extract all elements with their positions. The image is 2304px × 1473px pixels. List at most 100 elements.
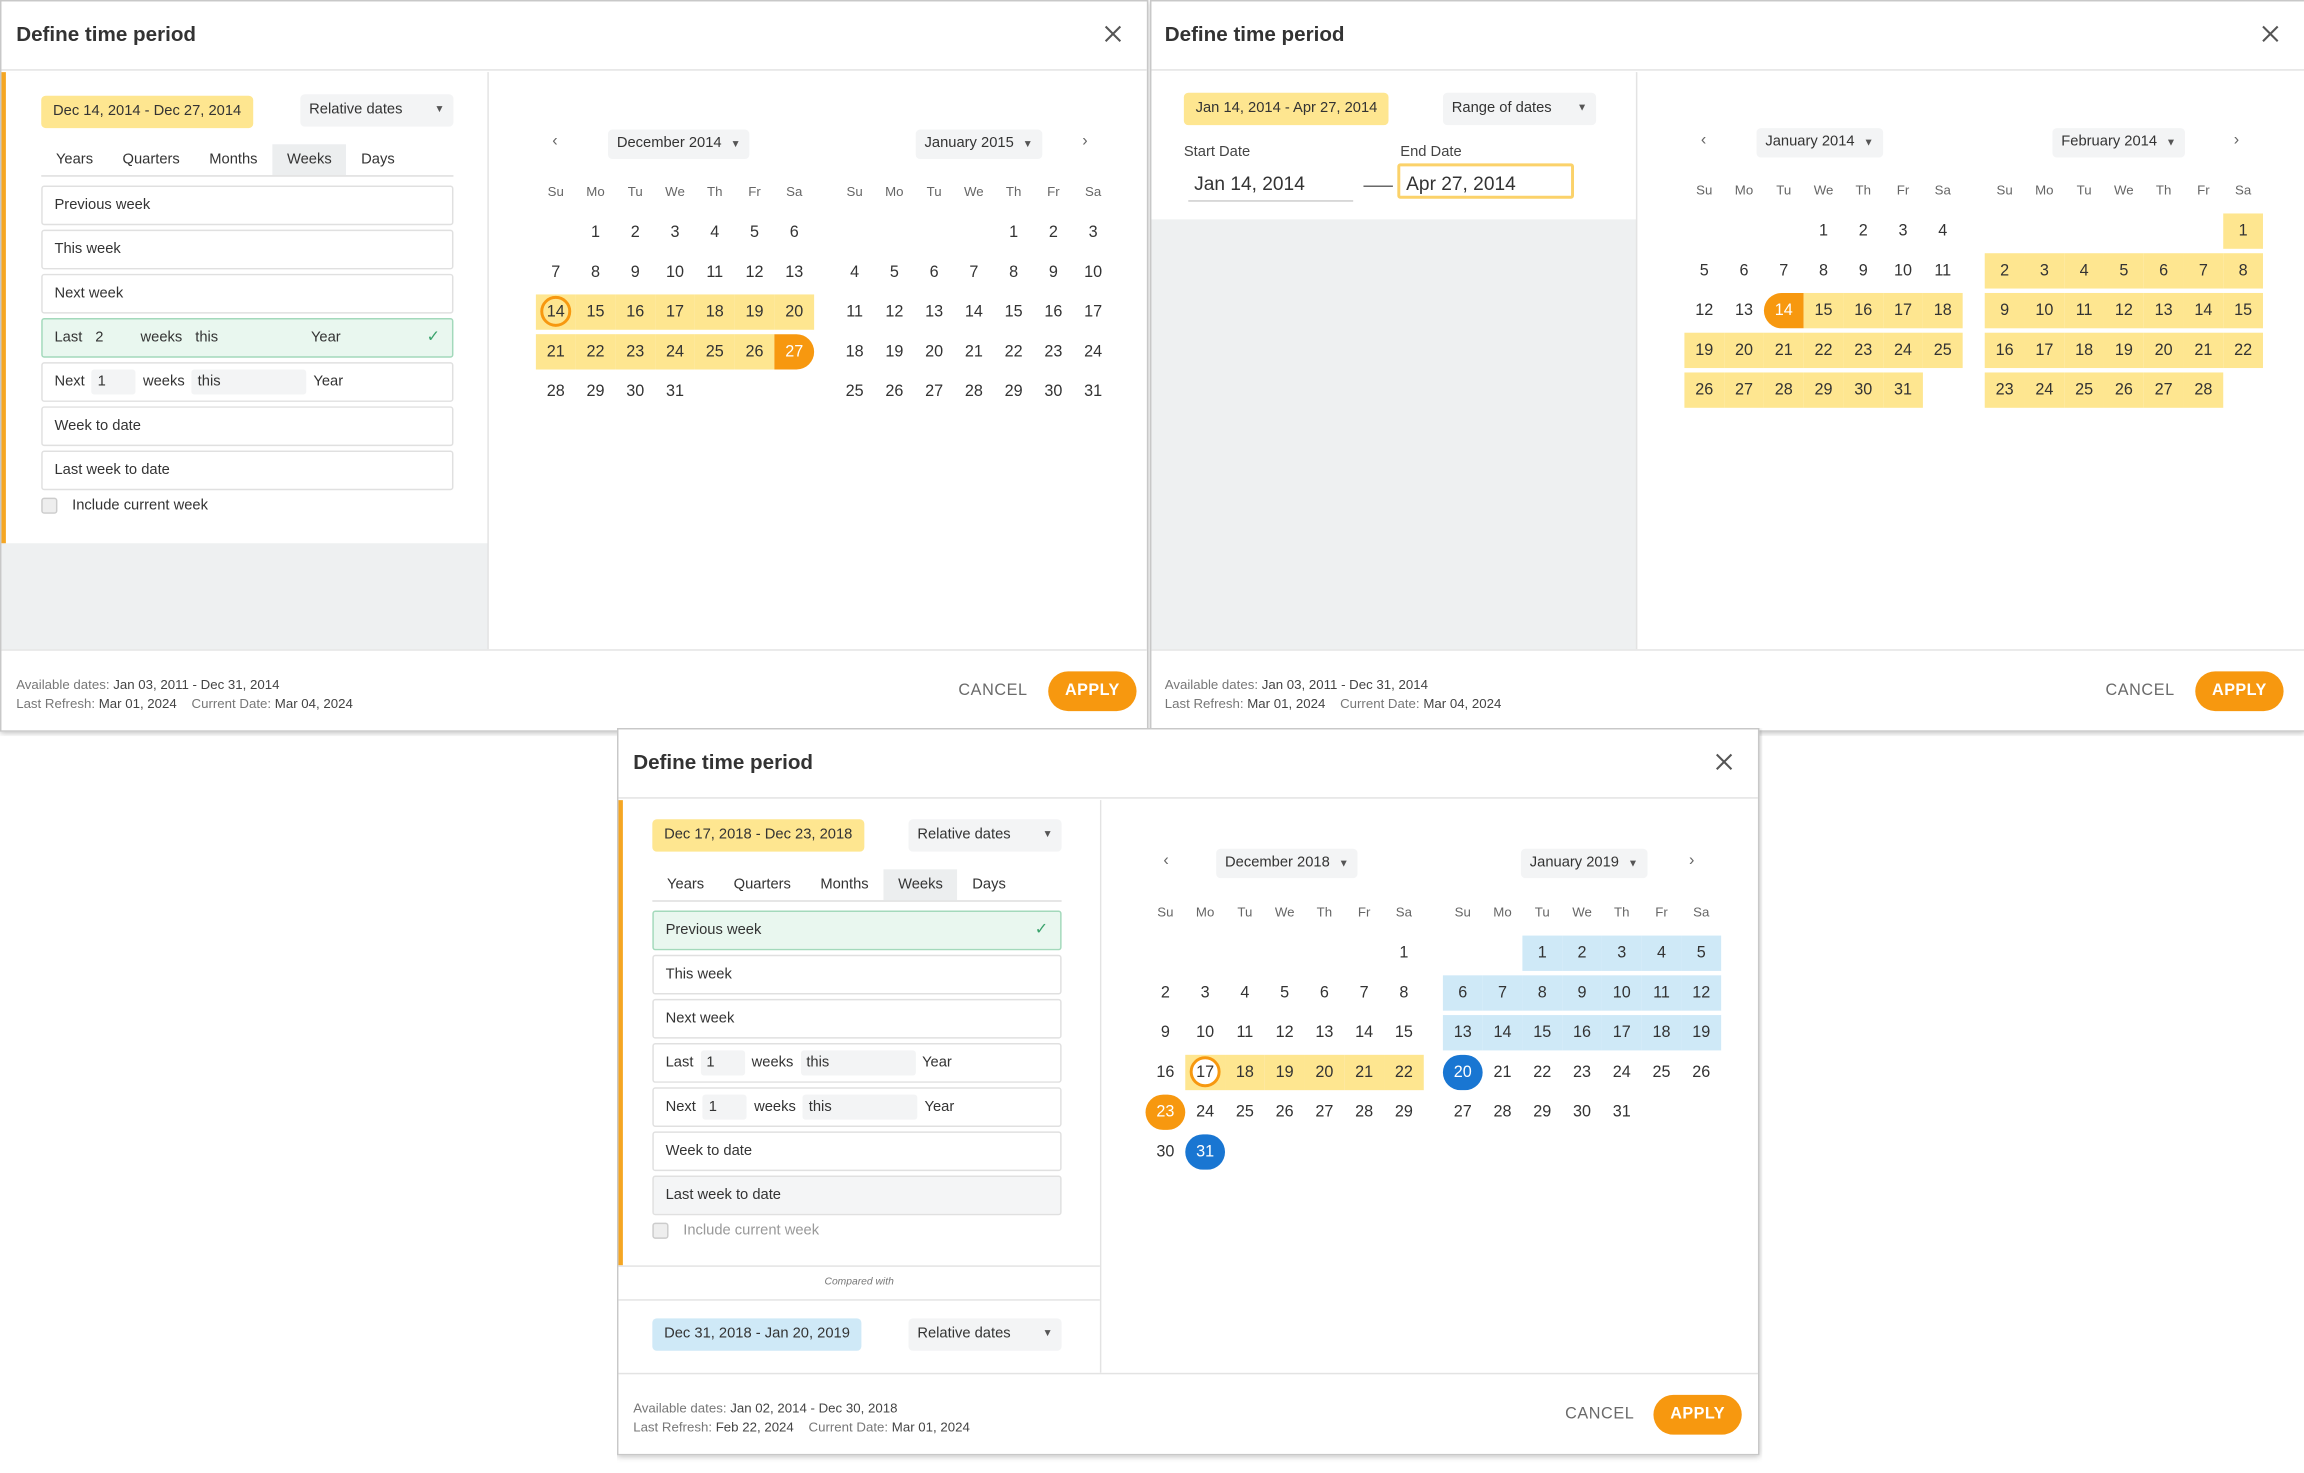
calendar-day[interactable]: 14	[1344, 1015, 1384, 1050]
mode-select[interactable]: Relative dates ▼	[300, 94, 454, 127]
calendar-day[interactable]: 21	[2183, 332, 2224, 369]
calendar-day[interactable]: 2	[1146, 975, 1186, 1010]
calendar-day[interactable]: 20	[1304, 1054, 1345, 1091]
calendar-day[interactable]: 5	[2103, 253, 2144, 289]
include-current-week[interactable]: Include current week	[41, 497, 208, 514]
calendar-day[interactable]: 30	[615, 374, 655, 409]
tab-months[interactable]: Months	[806, 869, 884, 900]
calendar-day[interactable]: 4	[695, 215, 735, 250]
calendar-day[interactable]: 26	[874, 374, 914, 409]
calendar-day[interactable]: 10	[2024, 292, 2065, 329]
calendar-day[interactable]: 30	[1033, 374, 1073, 409]
calendar-day[interactable]: 23	[1033, 334, 1073, 369]
calendar-day[interactable]: 15	[1803, 292, 1844, 329]
calendar-day[interactable]: 28	[1763, 372, 1804, 408]
calendar-day[interactable]: 1	[2223, 213, 2263, 249]
month-select-left[interactable]: December 2014 ▼	[608, 129, 750, 159]
calendar-day[interactable]: 13	[1305, 1015, 1345, 1050]
calendar-day[interactable]: 18	[1641, 1015, 1682, 1051]
calendar-day[interactable]: 19	[734, 294, 775, 330]
calendar-day[interactable]: 6	[1724, 253, 1764, 288]
calendar-day[interactable]: 12	[1265, 1015, 1305, 1050]
calendar-day[interactable]: 12	[2103, 292, 2144, 329]
calendar-day[interactable]: 8	[2223, 253, 2263, 289]
calendar-day[interactable]: 22	[994, 334, 1034, 369]
calendar-day[interactable]: 2	[1984, 253, 2025, 289]
calendar-day[interactable]: 22	[2223, 332, 2263, 369]
calendar-day[interactable]: 20	[1442, 1054, 1483, 1091]
calendar-day[interactable]: 29	[1522, 1095, 1562, 1130]
calendar-day[interactable]: 17	[1601, 1015, 1642, 1051]
calendar-day[interactable]: 1	[1804, 213, 1844, 248]
calendar-day[interactable]: 31	[1602, 1095, 1642, 1130]
compare-mode-select[interactable]: Relative dates ▼	[908, 1318, 1062, 1351]
option-next-n-weeks[interactable]: Next 1 weeks this Year	[41, 362, 454, 402]
calendar-day[interactable]: 9	[1562, 975, 1602, 1011]
option-last-n-weeks[interactable]: Last 1 weeks this Year	[652, 1043, 1062, 1083]
calendar-day[interactable]: 21	[954, 334, 994, 369]
calendar-day[interactable]: 19	[1264, 1054, 1305, 1091]
calendar-day[interactable]: 30	[1562, 1095, 1602, 1130]
calendar-day[interactable]: 27	[1443, 1095, 1483, 1130]
calendar-day[interactable]: 25	[2064, 372, 2104, 408]
calendar-day[interactable]: 29	[994, 374, 1034, 409]
calendar-day[interactable]: 3	[2024, 253, 2065, 289]
calendar-day[interactable]: 31	[1185, 1134, 1226, 1170]
next-count-input[interactable]: 1	[702, 1094, 748, 1120]
calendar-day[interactable]: 18	[835, 334, 875, 369]
calendar-day[interactable]: 6	[1442, 975, 1483, 1011]
calendar-day[interactable]: 11	[1225, 1015, 1265, 1050]
month-select-left[interactable]: January 2014 ▼	[1756, 128, 1883, 158]
calendar-day[interactable]: 7	[1344, 975, 1384, 1010]
calendar-day[interactable]: 17	[2024, 332, 2065, 369]
calendar-day[interactable]: 28	[1483, 1095, 1523, 1130]
calendar-day[interactable]: 26	[2103, 372, 2144, 408]
calendar-day[interactable]: 27	[914, 374, 954, 409]
calendar-day[interactable]: 23	[1562, 1055, 1602, 1090]
calendar-day[interactable]: 4	[2064, 253, 2104, 289]
calendar-day[interactable]: 16	[1562, 1015, 1602, 1051]
option-next-week[interactable]: Next week	[41, 273, 454, 314]
calendar-day[interactable]: 7	[1482, 975, 1523, 1011]
calendar-day[interactable]: 13	[914, 294, 954, 329]
option-last-week-to-date[interactable]: Last week to date	[41, 450, 454, 491]
calendar-day[interactable]: 11	[835, 294, 875, 329]
calendar-day[interactable]: 17	[655, 294, 695, 330]
calendar-day[interactable]: 6	[1305, 975, 1345, 1010]
calendar-day[interactable]: 11	[1641, 975, 1682, 1011]
calendar-day[interactable]: 25	[694, 334, 735, 370]
calendar-day[interactable]: 24	[2024, 372, 2065, 408]
calendar-day[interactable]: 1	[576, 215, 616, 250]
calendar-day[interactable]: 19	[1684, 332, 1725, 369]
calendar-day[interactable]: 9	[1843, 253, 1883, 288]
calendar-day[interactable]: 26	[1684, 372, 1725, 408]
calendar-day[interactable]: 9	[1033, 255, 1073, 290]
calendar-day[interactable]: 2	[615, 215, 655, 250]
calendar-day[interactable]: 16	[615, 294, 656, 330]
calendar-day[interactable]: 1	[1522, 935, 1563, 971]
apply-button[interactable]: APPLY	[2195, 671, 2284, 712]
calendar-day[interactable]: 4	[1225, 975, 1265, 1010]
calendar-day[interactable]: 25	[835, 374, 875, 409]
calendar-day[interactable]: 8	[576, 255, 616, 290]
calendar-day[interactable]: 24	[1185, 1095, 1225, 1130]
calendar-day[interactable]: 26	[1265, 1095, 1305, 1130]
mode-select[interactable]: Relative dates ▼	[908, 819, 1062, 852]
cancel-button[interactable]: CANCEL	[2105, 682, 2174, 700]
calendar-day[interactable]: 18	[694, 294, 735, 330]
calendar-day[interactable]: 28	[954, 374, 994, 409]
calendar-day[interactable]: 16	[1033, 294, 1073, 329]
calendar-day[interactable]: 19	[2103, 332, 2144, 369]
tab-days[interactable]: Days	[958, 869, 1021, 900]
calendar-day[interactable]: 13	[774, 255, 814, 290]
calendar-day[interactable]: 23	[615, 334, 656, 370]
calendar-day[interactable]: 27	[774, 334, 815, 370]
month-select-right[interactable]: January 2015 ▼	[915, 129, 1042, 159]
calendar-day[interactable]: 6	[914, 255, 954, 290]
tab-weeks[interactable]: Weeks	[883, 869, 958, 901]
option-this-week[interactable]: This week	[652, 954, 1062, 995]
calendar-day[interactable]: 19	[874, 334, 914, 369]
start-date-input[interactable]: Jan 14, 2014	[1188, 166, 1354, 202]
end-date-input[interactable]: Apr 27, 2014	[1397, 163, 1574, 199]
include-current-week[interactable]: Include current week	[652, 1222, 819, 1239]
